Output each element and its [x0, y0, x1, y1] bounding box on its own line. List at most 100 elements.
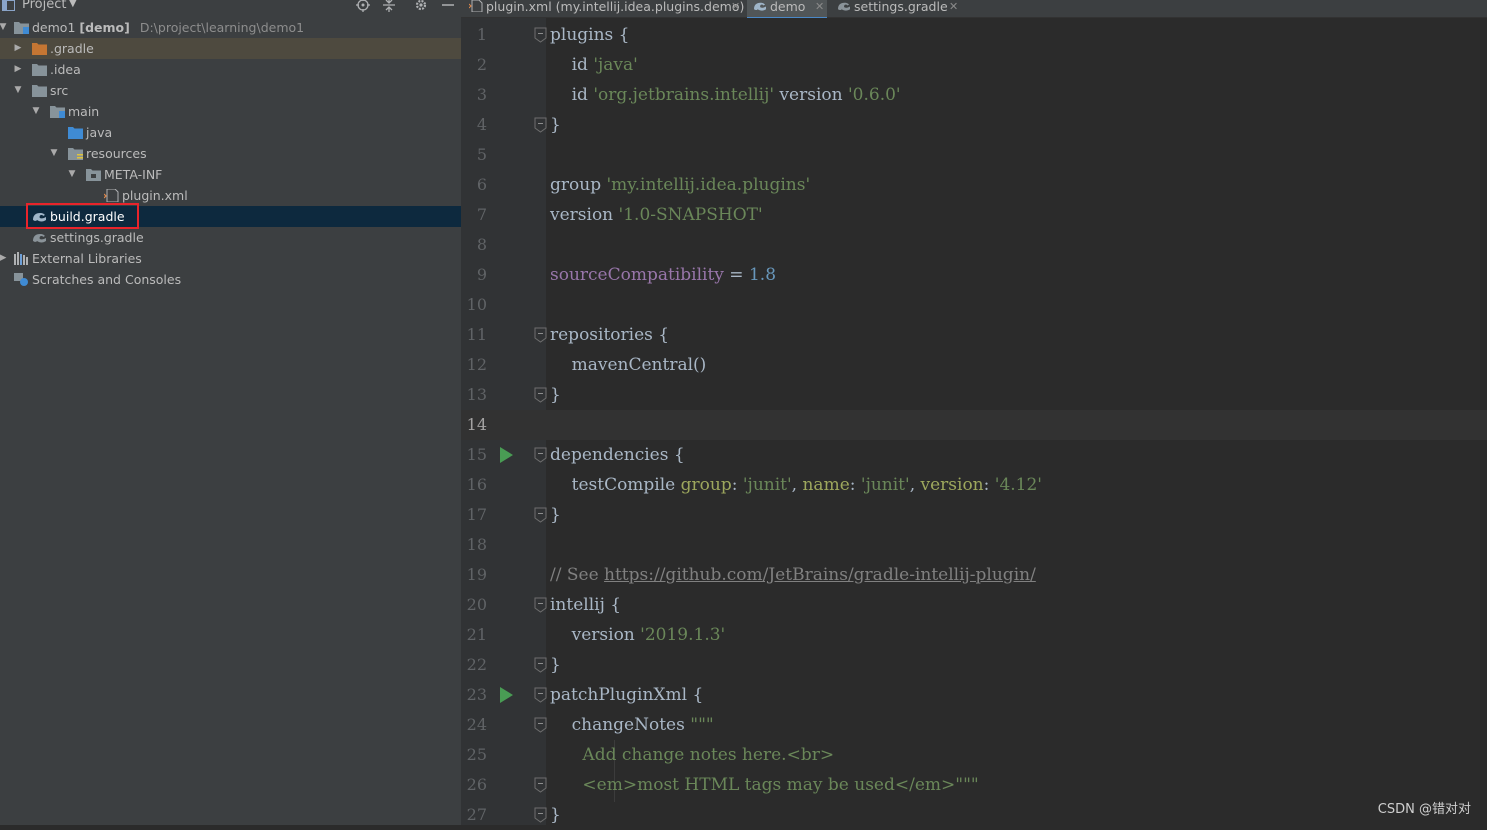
code-line[interactable]: 5 [461, 140, 1487, 170]
line-number[interactable]: 22 [461, 650, 487, 680]
code-line[interactable]: 15 dependencies { [461, 440, 1487, 470]
line-number[interactable]: 12 [461, 350, 487, 380]
expanded-arrow-icon[interactable]: ▼ [66, 164, 78, 185]
code-line[interactable]: 4} [461, 110, 1487, 140]
line-number[interactable]: 27 [461, 800, 487, 830]
expanded-arrow-icon[interactable]: ▼ [0, 17, 9, 38]
close-icon[interactable]: ✕ [949, 0, 958, 13]
chevron-down-icon[interactable]: ▼ [69, 0, 77, 9]
code-line[interactable]: 12 mavenCentral() [461, 350, 1487, 380]
line-number[interactable]: 16 [461, 470, 487, 500]
settings-icon[interactable] [413, 0, 429, 12]
line-number[interactable]: 4 [461, 110, 487, 140]
fold-marker-icon[interactable] [534, 657, 547, 673]
fold-marker-icon[interactable] [534, 777, 547, 793]
tree-item-settings-gradle[interactable]: settings.gradle [0, 227, 461, 248]
fold-marker-icon[interactable] [534, 327, 547, 343]
code-line[interactable]: 16 testCompile group: 'junit', name: 'ju… [461, 470, 1487, 500]
collapsed-arrow-icon[interactable]: ▶ [12, 59, 24, 80]
line-number[interactable]: 21 [461, 620, 487, 650]
code-line[interactable]: 9 sourceCompatibility = 1.8 [461, 260, 1487, 290]
line-number[interactable]: 8 [461, 230, 487, 260]
line-number[interactable]: 25 [461, 740, 487, 770]
fold-marker-icon[interactable] [534, 27, 547, 43]
code-line[interactable]: 26 <em>most HTML tags may be used</em>""… [461, 770, 1487, 800]
code-line[interactable]: 11 repositories { [461, 320, 1487, 350]
close-icon[interactable]: ✕ [815, 0, 824, 13]
tree-item-gradle-folder[interactable]: ▶ .gradle [0, 38, 461, 59]
close-icon[interactable]: ✕ [731, 0, 740, 13]
hide-icon[interactable] [440, 0, 456, 12]
tree-item-idea[interactable]: ▶ .idea [0, 59, 461, 80]
code-line[interactable]: 19 // See https://github.com/JetBrains/gr… [461, 560, 1487, 590]
line-number[interactable]: 17 [461, 500, 487, 530]
line-number[interactable]: 13 [461, 380, 487, 410]
collapsed-arrow-icon[interactable]: ▶ [0, 248, 9, 269]
line-number[interactable]: 1 [461, 20, 487, 50]
fold-marker-icon[interactable] [534, 597, 547, 613]
project-view-selector[interactable]: Project [22, 0, 66, 12]
tree-item-external-libraries[interactable]: ▶ External Libraries [0, 248, 461, 269]
code-line[interactable]: 23 patchPluginXml { [461, 680, 1487, 710]
code-line[interactable]: 21 version '2019.1.3' [461, 620, 1487, 650]
line-number[interactable]: 23 [461, 680, 487, 710]
expanded-arrow-icon[interactable]: ▼ [30, 101, 42, 122]
code-line[interactable]: 22} [461, 650, 1487, 680]
code-line[interactable]: 17} [461, 500, 1487, 530]
code-line[interactable]: 13} [461, 380, 1487, 410]
line-number[interactable]: 20 [461, 590, 487, 620]
line-number[interactable]: 19 [461, 560, 487, 590]
line-number[interactable]: 7 [461, 200, 487, 230]
line-number[interactable]: 5 [461, 140, 487, 170]
locate-icon[interactable] [355, 0, 371, 12]
fold-marker-icon[interactable] [534, 807, 547, 823]
code-line[interactable]: 2 id 'java' [461, 50, 1487, 80]
line-number[interactable]: 9 [461, 260, 487, 290]
code-line[interactable]: 10 [461, 290, 1487, 320]
tree-item-demo1[interactable]: ▼ demo1 [demo] D:\project\learning\demo1 [0, 17, 461, 38]
code-line[interactable]: 20 intellij { [461, 590, 1487, 620]
line-number[interactable]: 6 [461, 170, 487, 200]
line-number[interactable]: 10 [461, 290, 487, 320]
code-line[interactable]: 6 group 'my.intellij.idea.plugins' [461, 170, 1487, 200]
run-gutter-icon[interactable] [499, 687, 513, 703]
collapsed-arrow-icon[interactable]: ▶ [12, 38, 24, 59]
code-line[interactable]: 18 [461, 530, 1487, 560]
code-link[interactable]: https://github.com/JetBrains/gradle-inte… [604, 565, 1036, 585]
tab-demo[interactable]: demo ✕ [747, 0, 827, 19]
code-line[interactable]: 8 [461, 230, 1487, 260]
tab-settings-gradle[interactable]: settings.gradle ✕ [831, 0, 961, 17]
expanded-arrow-icon[interactable]: ▼ [12, 80, 24, 101]
line-number[interactable]: 26 [461, 770, 487, 800]
line-number[interactable]: 18 [461, 530, 487, 560]
tree-item-java[interactable]: java [0, 122, 461, 143]
code-line[interactable]: 27} [461, 800, 1487, 830]
tree-item-scratches[interactable]: Scratches and Consoles [0, 269, 461, 290]
tree-item-resources[interactable]: ▼ resources [0, 143, 461, 164]
code-line[interactable]: 3 id 'org.jetbrains.intellij' version '0… [461, 80, 1487, 110]
collapse-all-icon[interactable] [381, 0, 397, 12]
fold-marker-icon[interactable] [534, 447, 547, 463]
tree-item-main[interactable]: ▼ main [0, 101, 461, 122]
fold-marker-icon[interactable] [534, 687, 547, 703]
tree-item-meta-inf[interactable]: ▼ META-INF [0, 164, 461, 185]
expanded-arrow-icon[interactable]: ▼ [48, 143, 60, 164]
run-gutter-icon[interactable] [499, 447, 513, 463]
code-line[interactable]: 25 Add change notes here.<br> [461, 740, 1487, 770]
line-number[interactable]: 2 [461, 50, 487, 80]
line-number[interactable]: 3 [461, 80, 487, 110]
code-line[interactable]: 1 plugins { [461, 20, 1487, 50]
line-number[interactable]: 14 [461, 410, 487, 440]
fold-marker-icon[interactable] [534, 117, 547, 133]
code-line[interactable]: 7 version '1.0-SNAPSHOT' [461, 200, 1487, 230]
line-number[interactable]: 15 [461, 440, 487, 470]
fold-marker-icon[interactable] [534, 387, 547, 403]
line-number[interactable]: 11 [461, 320, 487, 350]
code-line[interactable]: 14 [461, 410, 1487, 440]
code-line[interactable]: 24 changeNotes """ [461, 710, 1487, 740]
line-number[interactable]: 24 [461, 710, 487, 740]
fold-marker-icon[interactable] [534, 717, 547, 733]
fold-marker-icon[interactable] [534, 507, 547, 523]
tab-plugin-xml[interactable]: plugin.xml (my.intellij.idea.plugins.dem… [463, 0, 744, 17]
tree-item-src[interactable]: ▼ src [0, 80, 461, 101]
